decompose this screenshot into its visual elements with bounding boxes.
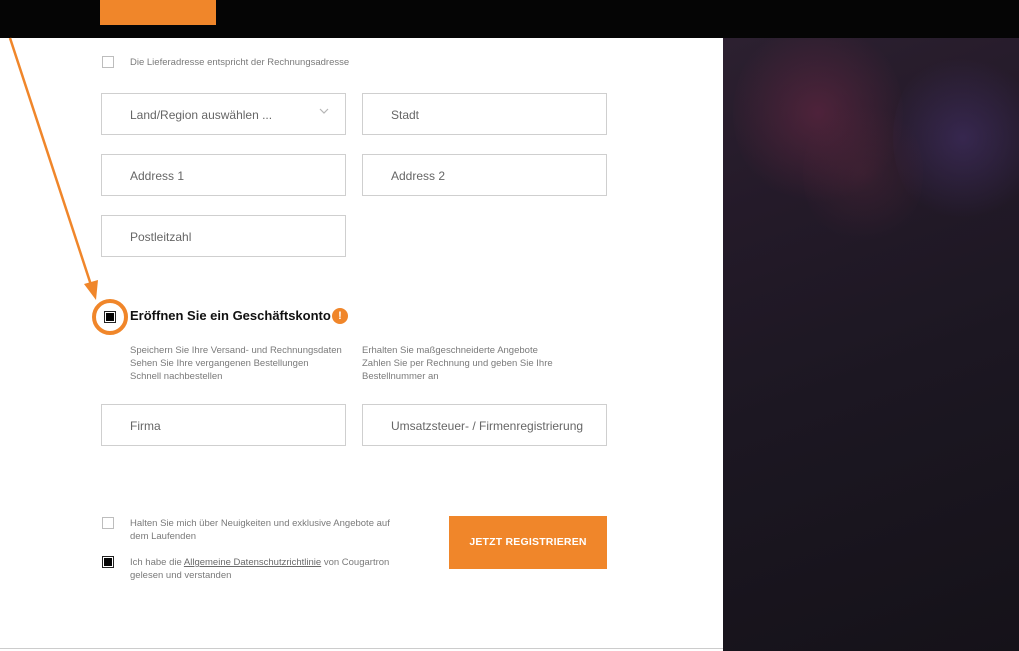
same-address-checkbox[interactable]: [102, 56, 114, 68]
privacy-policy-link[interactable]: Allgemeine Datenschutzrichtlinie: [184, 557, 321, 568]
benefit-item: Speichern Sie Ihre Versand- und Rechnung…: [130, 345, 342, 356]
privacy-suffix: von Cougartron: [321, 557, 390, 568]
privacy-label-line2: gelesen und verstanden: [130, 570, 232, 581]
benefit-item: Sehen Sie Ihre vergangenen Bestellungen: [130, 358, 309, 369]
annotation-arrow-line: [8, 37, 94, 289]
postal-code-placeholder: Postleitzahl: [130, 230, 192, 244]
newsletter-checkbox[interactable]: [102, 517, 114, 529]
country-select-value: Land/Region auswählen ...: [130, 108, 273, 122]
company-input[interactable]: Firma: [101, 404, 346, 446]
business-account-heading: Eröffnen Sie ein Geschäftskonto: [130, 308, 331, 323]
city-input[interactable]: Stadt: [362, 93, 607, 135]
annotation-highlight-circle: [92, 299, 128, 335]
annotation-arrow-head: [84, 280, 98, 300]
company-placeholder: Firma: [130, 419, 161, 433]
chevron-down-icon: [319, 106, 329, 119]
privacy-label-line1: Ich habe die Allgemeine Datenschutzricht…: [130, 556, 430, 569]
vat-registration-placeholder: Umsatzsteuer- / Firmenregistrierung: [391, 419, 584, 433]
top-orange-button[interactable]: [100, 0, 216, 25]
info-icon[interactable]: !: [332, 308, 348, 324]
vat-registration-input[interactable]: Umsatzsteuer- / Firmenregistrierung: [362, 404, 607, 446]
benefits-left-list: Speichern Sie Ihre Versand- und Rechnung…: [130, 344, 342, 383]
benefit-item: Schnell nachbestellen: [130, 371, 223, 382]
privacy-label: Ich habe die Allgemeine Datenschutzricht…: [130, 556, 430, 582]
top-navigation-bar: [0, 0, 1019, 38]
bottom-divider: [0, 648, 723, 649]
hero-image-panel: [723, 38, 1019, 651]
country-select[interactable]: Land/Region auswählen ...: [101, 93, 346, 135]
privacy-checkbox[interactable]: [102, 556, 114, 568]
newsletter-label: Halten Sie mich über Neuigkeiten und exk…: [130, 517, 430, 543]
register-button[interactable]: JETZT REGISTRIEREN: [449, 516, 607, 569]
same-address-label: Die Lieferadresse entspricht der Rechnun…: [130, 57, 350, 68]
address1-input[interactable]: Address 1: [101, 154, 346, 196]
postal-code-input[interactable]: Postleitzahl: [101, 215, 346, 257]
newsletter-label-line2: dem Laufenden: [130, 531, 197, 542]
benefit-item: Erhalten Sie maßgeschneiderte Angebote: [362, 345, 538, 356]
panel-glow-center: [803, 98, 923, 248]
benefit-item: Zahlen Sie per Rechnung und geben Sie Ih…: [362, 358, 553, 369]
city-placeholder: Stadt: [391, 108, 420, 122]
privacy-prefix: Ich habe die: [130, 557, 184, 568]
benefit-item: Bestellnummer an: [362, 371, 439, 382]
address2-placeholder: Address 2: [391, 169, 446, 183]
address2-input[interactable]: Address 2: [362, 154, 607, 196]
benefits-right-list: Erhalten Sie maßgeschneiderte Angebote Z…: [362, 344, 553, 383]
newsletter-label-line1: Halten Sie mich über Neuigkeiten und exk…: [130, 518, 390, 529]
address1-placeholder: Address 1: [130, 169, 185, 183]
